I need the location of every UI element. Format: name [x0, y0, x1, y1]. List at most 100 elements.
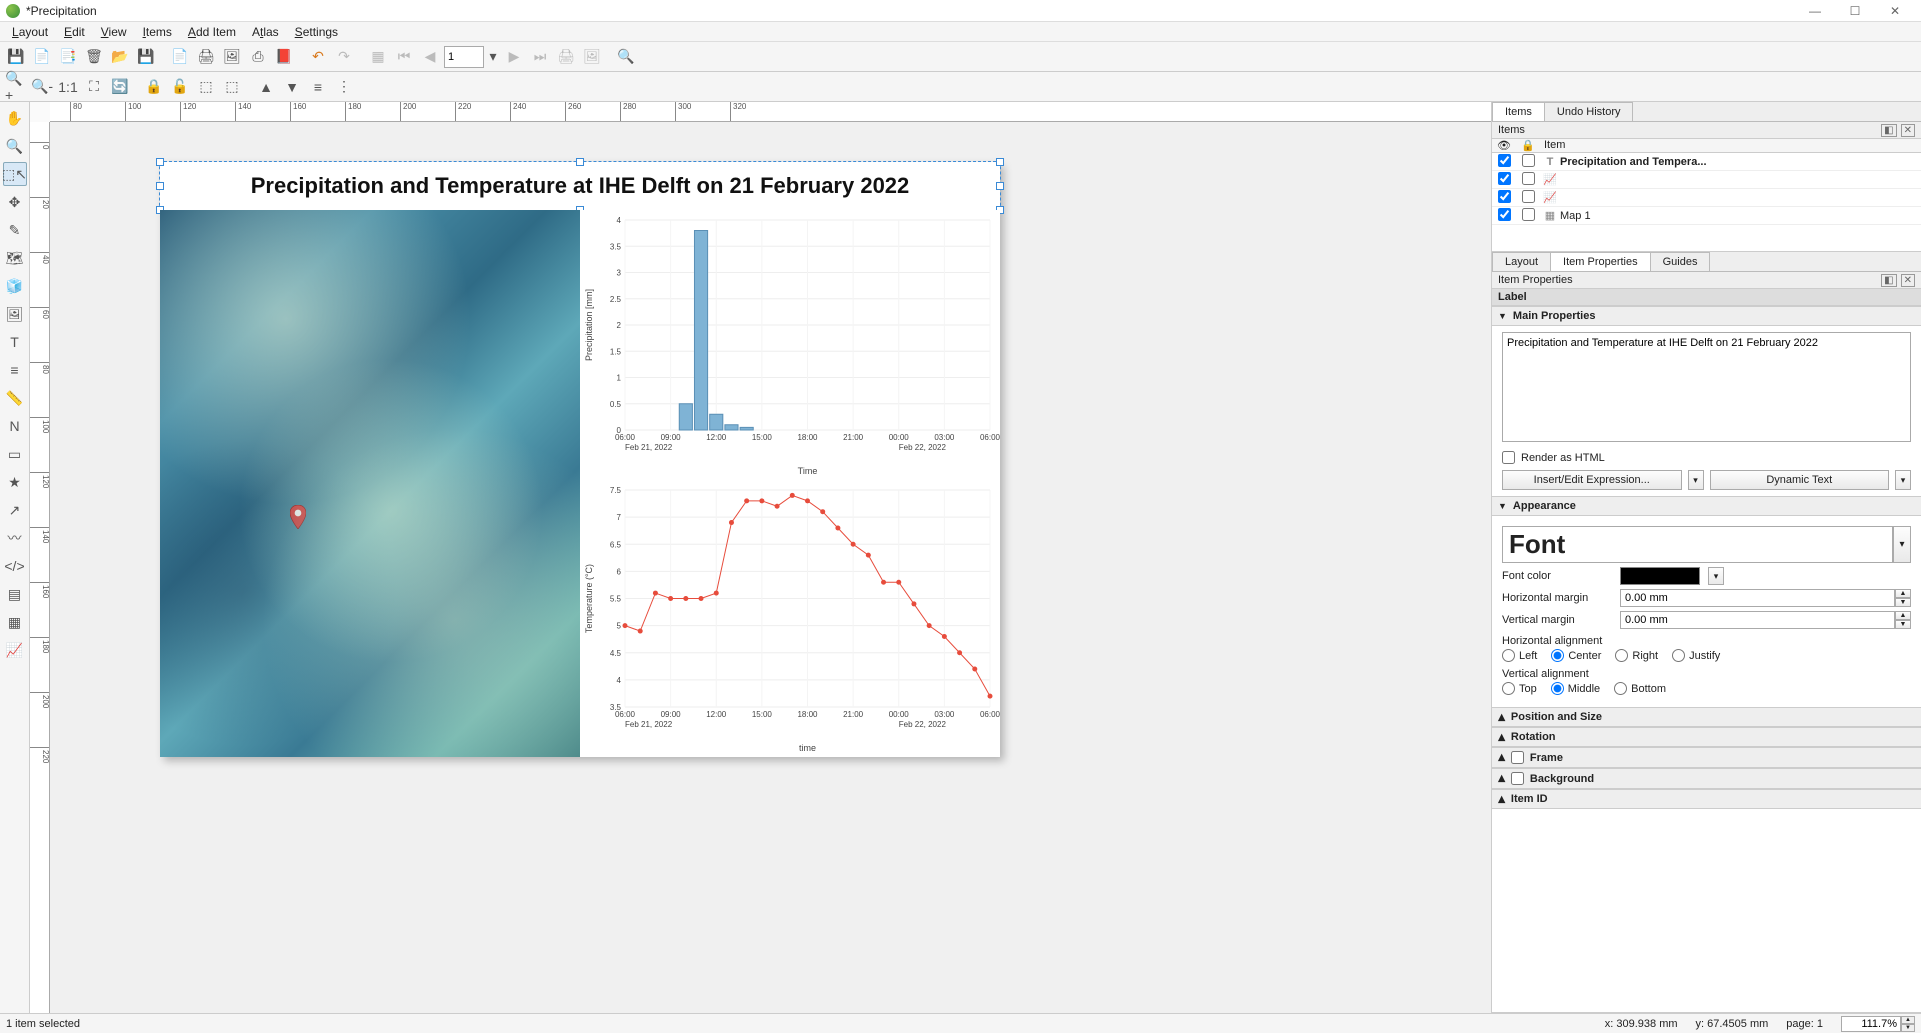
section-appearance[interactable]: ▼Appearance	[1492, 496, 1921, 516]
valign-option-bottom[interactable]: Bottom	[1614, 682, 1666, 695]
duplicate-icon[interactable]: 📑	[56, 45, 80, 69]
atlas-export-icon[interactable]: 🖼	[580, 45, 604, 69]
print-icon[interactable]: 🖨	[194, 45, 218, 69]
canvas-viewport[interactable]: Precipitation and Temperature at IHE Del…	[50, 122, 1491, 1013]
zoom-icon[interactable]: 🔍	[3, 134, 27, 158]
group-icon[interactable]: ⬚	[194, 75, 218, 99]
tab-item-properties[interactable]: Item Properties	[1550, 252, 1651, 271]
refresh-icon[interactable]: 🔄	[108, 75, 132, 99]
hmargin-input[interactable]	[1620, 589, 1895, 607]
valign-option-middle[interactable]: Middle	[1551, 682, 1600, 695]
align-icon[interactable]: ≡	[306, 75, 330, 99]
add-3dmap-icon[interactable]: 🧊	[3, 274, 27, 298]
props-scroll[interactable]: ▼Main Properties Render as HTML Insert/E…	[1492, 306, 1921, 1012]
section-main-properties[interactable]: ▼Main Properties	[1492, 306, 1921, 326]
atlas-page-input[interactable]	[444, 46, 484, 68]
halign-option-center[interactable]: Center	[1551, 649, 1601, 662]
add-plot-icon[interactable]: 📈	[3, 638, 27, 662]
dock-float-icon[interactable]: ◧	[1881, 124, 1896, 137]
zoom-up[interactable]: ▲	[1901, 1016, 1915, 1024]
valign-option-top[interactable]: Top	[1502, 682, 1537, 695]
zoom-out-icon[interactable]: 🔍-	[30, 75, 54, 99]
spin-down[interactable]: ▼	[1895, 598, 1911, 607]
preview-atlas-icon[interactable]: 🔍	[614, 45, 638, 69]
item-visible-checkbox[interactable]	[1498, 190, 1511, 203]
zoom-input[interactable]	[1841, 1016, 1901, 1032]
insert-expression-dd[interactable]: ▾	[1688, 470, 1704, 490]
resize-handle[interactable]	[996, 158, 1004, 166]
label-text-input[interactable]	[1502, 332, 1911, 442]
resize-handle[interactable]	[156, 158, 164, 166]
item-lock-checkbox[interactable]	[1522, 154, 1535, 167]
halign-option-justify[interactable]: Justify	[1672, 649, 1720, 662]
menu-layout[interactable]: Layout	[4, 23, 56, 41]
menu-settings[interactable]: Settings	[287, 23, 346, 41]
section-rotation[interactable]: ▶Rotation	[1492, 727, 1921, 747]
add-picture-icon[interactable]: 🖼	[3, 302, 27, 326]
zoom-fit-icon[interactable]: ⛶	[82, 75, 106, 99]
tab-layout[interactable]: Layout	[1492, 252, 1551, 271]
close-button[interactable]: ✕	[1875, 4, 1915, 18]
spin-down[interactable]: ▼	[1895, 620, 1911, 629]
dock-close-icon[interactable]: ✕	[1901, 274, 1915, 287]
add-marker-icon[interactable]: ★	[3, 470, 27, 494]
ungroup-icon[interactable]: ⬚	[220, 75, 244, 99]
atlas-toggle-icon[interactable]: ▦	[366, 45, 390, 69]
items-row[interactable]: T Precipitation and Tempera...	[1492, 153, 1921, 171]
add-arrow-icon[interactable]: ↗	[3, 498, 27, 522]
add-nodeitem-icon[interactable]: 〰	[3, 526, 27, 550]
save-template-icon[interactable]: 💾	[134, 45, 158, 69]
maximize-button[interactable]: ☐	[1835, 4, 1875, 18]
tab-guides[interactable]: Guides	[1650, 252, 1711, 271]
section-item-id[interactable]: ▶Item ID	[1492, 789, 1921, 809]
menu-items[interactable]: Items	[135, 23, 180, 41]
spin-up[interactable]: ▲	[1895, 589, 1911, 598]
add-legend-icon[interactable]: ≡	[3, 358, 27, 382]
export-pdf-icon[interactable]: 📕	[272, 45, 296, 69]
vmargin-input[interactable]	[1620, 611, 1895, 629]
unlock-icon[interactable]: 🔓	[168, 75, 192, 99]
item-lock-checkbox[interactable]	[1522, 208, 1535, 221]
atlas-last-icon[interactable]: ⏭	[528, 45, 552, 69]
zoom-in-icon[interactable]: 🔍+	[4, 75, 28, 99]
plot-item-temperature[interactable]: 3.544.555.566.577.506:00Feb 21, 202209:0…	[580, 480, 1000, 757]
save-icon[interactable]: 💾	[4, 45, 28, 69]
font-dd[interactable]: ▾	[1893, 526, 1911, 563]
add-scalebar-icon[interactable]: 📏	[3, 386, 27, 410]
atlas-next-icon[interactable]: ▶	[502, 45, 526, 69]
atlas-prev-icon[interactable]: ◀	[418, 45, 442, 69]
redo-icon[interactable]: ↷	[332, 45, 356, 69]
tab-items[interactable]: Items	[1492, 102, 1545, 121]
distribute-icon[interactable]: ⋮	[332, 75, 356, 99]
canvas[interactable]: 80100120140160180200220240260280300320 0…	[30, 102, 1491, 1013]
dock-close-icon[interactable]: ✕	[1901, 124, 1915, 137]
items-row[interactable]: 📈	[1492, 171, 1921, 189]
add-shape-icon[interactable]: ▭	[3, 442, 27, 466]
lock-icon[interactable]: 🔒	[142, 75, 166, 99]
item-visible-checkbox[interactable]	[1498, 208, 1511, 221]
lower-icon[interactable]: ▼	[280, 75, 304, 99]
label-item-selected[interactable]: Precipitation and Temperature at IHE Del…	[160, 162, 1000, 210]
resize-handle[interactable]	[156, 182, 164, 190]
dynamic-text-dd[interactable]: ▾	[1895, 470, 1911, 490]
halign-option-right[interactable]: Right	[1615, 649, 1658, 662]
font-color-swatch[interactable]	[1620, 567, 1700, 585]
add-fixedtable-icon[interactable]: ▦	[3, 610, 27, 634]
atlas-first-icon[interactable]: ⏮	[392, 45, 416, 69]
section-frame[interactable]: ▶Frame	[1492, 747, 1921, 768]
atlas-page-dd[interactable]: ▾	[486, 45, 500, 69]
add-northarrow-icon[interactable]: N	[3, 414, 27, 438]
export-svg-icon[interactable]: ⎙	[246, 45, 270, 69]
menu-edit[interactable]: Edit	[56, 23, 93, 41]
spin-up[interactable]: ▲	[1895, 611, 1911, 620]
tab-undo-history[interactable]: Undo History	[1544, 102, 1634, 121]
item-lock-checkbox[interactable]	[1522, 172, 1535, 185]
add-table-icon[interactable]: ▤	[3, 582, 27, 606]
add-page-icon[interactable]: 📄	[168, 45, 192, 69]
export-image-icon[interactable]: 🖼	[220, 45, 244, 69]
zoom-actual-icon[interactable]: 1:1	[56, 75, 80, 99]
layout-page[interactable]: Precipitation and Temperature at IHE Del…	[160, 162, 1000, 757]
items-row[interactable]: ▦ Map 1	[1492, 207, 1921, 225]
open-icon[interactable]: 📂	[108, 45, 132, 69]
item-visible-checkbox[interactable]	[1498, 172, 1511, 185]
